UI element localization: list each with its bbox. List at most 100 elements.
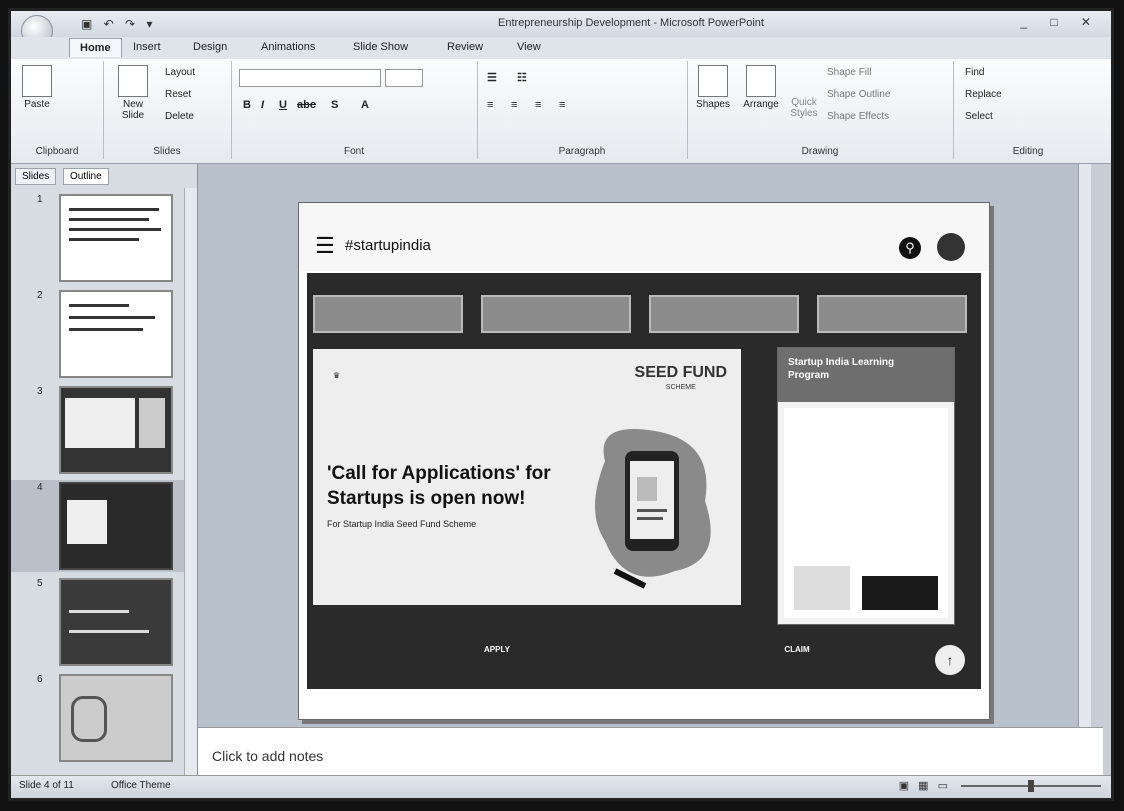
notes-placeholder[interactable]: Click to add notes — [212, 748, 323, 764]
replace-button[interactable]: Replace — [965, 89, 1002, 100]
italic-button[interactable]: I — [261, 99, 264, 111]
slide-site-body: ♛ SEED FUND SCHEME 'Call for Application… — [307, 273, 981, 689]
tab-design[interactable]: Design — [193, 41, 227, 53]
title-bar: ▣ ↶ ↷ ▾ Entrepreneurship Development - M… — [11, 11, 1111, 47]
slides-panel: Slides Outline 1 2 3 4 5 6 — [11, 164, 198, 776]
font-label: Font — [343, 146, 364, 157]
new-slide-button[interactable]: New Slide — [111, 65, 155, 121]
align-right-button[interactable]: ≡ — [535, 99, 541, 111]
paste-icon — [22, 65, 52, 97]
site-nav-button-4 — [817, 295, 967, 333]
font-group: B I U abc S A Font — [231, 61, 478, 159]
align-center-button[interactable]: ≡ — [511, 99, 517, 111]
site-logo: #startupindia — [345, 237, 431, 254]
site-nav-button-3 — [649, 295, 799, 333]
seed-fund-banner: ♛ SEED FUND SCHEME 'Call for Application… — [313, 349, 741, 605]
card-content — [784, 408, 948, 618]
shadow-button[interactable]: S — [331, 99, 338, 111]
shape-outline-button[interactable]: Shape Outline — [827, 89, 890, 100]
drawing-group: Shapes Arrange Quick Styles Shape Fill S… — [687, 61, 954, 159]
slides-group: New Slide Layout Reset Delete Slides — [103, 61, 232, 159]
tab-animations[interactable]: Animations — [261, 41, 315, 53]
font-size-box[interactable] — [385, 69, 423, 87]
tab-review[interactable]: Review — [447, 41, 483, 53]
slide-scrollbar[interactable] — [1078, 164, 1091, 727]
window-title: Entrepreneurship Development - Microsoft… — [498, 17, 764, 29]
reset-button[interactable]: Reset — [165, 89, 191, 100]
shape-fill-button[interactable]: Shape Fill — [827, 67, 871, 78]
layout-button[interactable]: Layout — [165, 67, 195, 78]
zoom-slider-knob[interactable] — [1028, 780, 1034, 792]
ribbon-tabs: Home Insert Design Animations Slide Show… — [11, 37, 1111, 59]
card-header: Startup India Learning Program — [778, 348, 954, 402]
slide-site-header: ☰ #startupindia ⚲ — [299, 203, 989, 271]
select-button[interactable]: Select — [965, 111, 993, 122]
slides-label: Slides — [153, 146, 181, 157]
shape-effects-button[interactable]: Shape Effects — [827, 111, 889, 122]
slide-thumbnail-2[interactable]: 2 — [11, 288, 197, 380]
seed-fund-logo: SEED FUND SCHEME — [634, 364, 727, 392]
bold-button[interactable]: B — [243, 99, 251, 111]
editing-label: Editing — [1012, 146, 1044, 157]
paragraph-group: ☰ ☷ ≡ ≡ ≡ ≡ Paragraph — [477, 61, 688, 159]
shapes-icon — [698, 65, 728, 97]
card-title: Startup India Learning Program — [788, 357, 895, 381]
emblem-icon: ♛ — [333, 371, 341, 380]
delete-button[interactable]: Delete — [165, 111, 194, 122]
banner-headline: 'Call for Applications' for Startups is … — [327, 463, 551, 509]
current-slide[interactable]: ☰ #startupindia ⚲ ♛ SEED FUND SCHEME 'Ca… — [298, 202, 990, 720]
claim-link: CLAIM — [784, 645, 810, 654]
font-color-button[interactable]: A — [361, 99, 369, 111]
view-buttons[interactable]: ▣ ▦ ▭ — [899, 779, 951, 792]
slide-editing-area: ☰ #startupindia ⚲ ♛ SEED FUND SCHEME 'Ca… — [198, 164, 1091, 727]
scroll-up-button: ↑ — [935, 645, 965, 675]
banner-subline: For Startup India Seed Fund Scheme — [327, 519, 477, 529]
slide-thumbnail-5[interactable]: 5 — [11, 576, 197, 668]
tab-view[interactable]: View — [517, 41, 541, 53]
arrange-button[interactable]: Arrange — [739, 65, 783, 110]
slide-thumbnail-6[interactable]: 6 — [11, 672, 197, 764]
notes-pane[interactable]: Click to add notes — [198, 727, 1103, 778]
ribbon: Paste Clipboard New Slide Layout Reset D… — [11, 59, 1111, 164]
menu-icon: ☰ — [315, 233, 335, 258]
tab-outline[interactable]: Outline — [63, 168, 109, 185]
arrange-icon — [746, 65, 776, 97]
avatar-icon — [937, 233, 965, 261]
align-left-button[interactable]: ≡ — [487, 99, 493, 111]
status-bar: Slide 4 of 11 Office Theme ▣ ▦ ▭ — [11, 775, 1111, 798]
theme-name: Office Theme — [111, 780, 171, 791]
slide-thumbnail-3[interactable]: 3 — [11, 384, 197, 476]
panel-scrollbar[interactable] — [184, 188, 197, 776]
apply-link: APPLY — [484, 645, 510, 654]
editing-group: Find Replace Select Editing — [953, 61, 1103, 159]
tab-insert[interactable]: Insert — [133, 41, 161, 53]
font-name-box[interactable] — [239, 69, 381, 87]
justify-button[interactable]: ≡ — [559, 99, 565, 111]
slide-thumbnail-4[interactable]: 4 — [11, 480, 197, 572]
numbering-button[interactable]: ☷ — [517, 71, 527, 84]
shapes-button[interactable]: Shapes — [693, 65, 733, 110]
clipboard-group: Paste Clipboard — [11, 61, 104, 159]
paste-button[interactable]: Paste — [19, 65, 55, 110]
site-nav-button-1 — [313, 295, 463, 333]
bullets-button[interactable]: ☰ — [487, 71, 497, 84]
quick-styles-button[interactable]: Quick Styles — [787, 97, 821, 119]
search-icon: ⚲ — [899, 237, 921, 259]
tab-slides[interactable]: Slides — [15, 168, 57, 185]
find-button[interactable]: Find — [965, 67, 984, 78]
paragraph-label: Paragraph — [558, 146, 606, 157]
slide-thumbnail-1[interactable]: 1 — [11, 192, 197, 284]
slide-count: Slide 4 of 11 — [19, 780, 74, 791]
new-slide-icon — [118, 65, 148, 97]
zoom-slider[interactable] — [961, 780, 1101, 792]
powerpoint-window: ▣ ↶ ↷ ▾ Entrepreneurship Development - M… — [8, 8, 1114, 801]
window-controls[interactable]: _ □ ✕ — [1020, 15, 1101, 29]
tab-slide-show[interactable]: Slide Show — [353, 41, 408, 53]
underline-button[interactable]: U — [279, 99, 287, 111]
tab-home[interactable]: Home — [69, 38, 122, 57]
learning-program-card: Startup India Learning Program — [777, 347, 955, 625]
person-image — [794, 566, 850, 610]
strikethrough-button[interactable]: abc — [297, 99, 316, 111]
promo-image — [862, 576, 938, 610]
panel-tabs: Slides Outline — [15, 168, 193, 186]
